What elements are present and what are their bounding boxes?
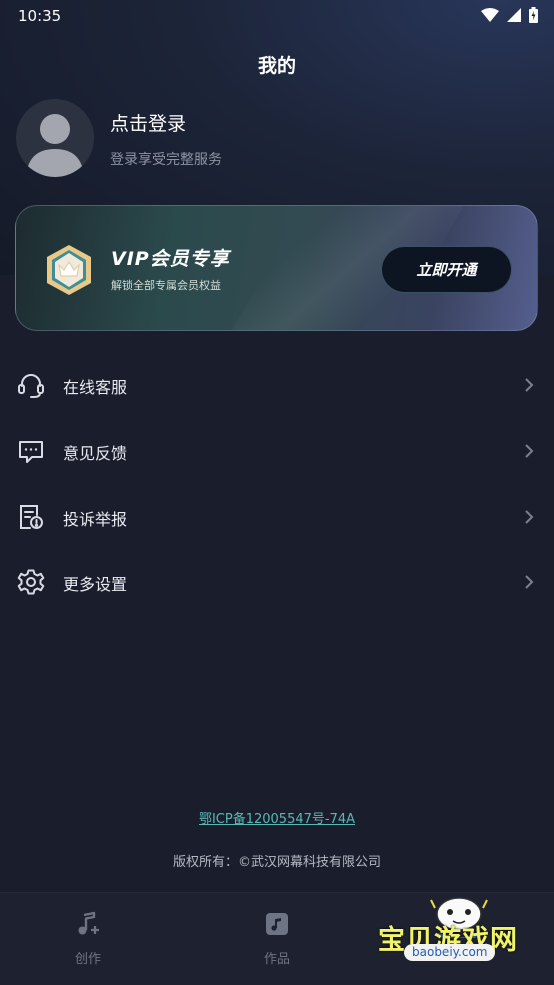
music-square-icon	[266, 913, 288, 935]
wifi-icon	[481, 8, 499, 22]
chevron-right-icon	[525, 575, 534, 589]
status-icons	[481, 7, 538, 23]
chevron-right-icon	[525, 444, 534, 458]
icp-link[interactable]: 鄂ICP备12005547号-74A	[0, 808, 554, 827]
report-document-icon	[20, 505, 43, 529]
crown-badge-icon	[47, 245, 91, 295]
gear-icon	[17, 569, 45, 595]
tab-label: 创作	[74, 952, 101, 967]
page-title: 我的	[257, 55, 296, 77]
vip-title: VIP会员专享	[111, 248, 230, 270]
login-subtitle: 登录享受完整服务	[110, 152, 222, 168]
user-silhouette-icon	[26, 114, 84, 177]
menu-item-feedback[interactable]: 意见反馈	[0, 421, 554, 481]
vip-subtitle: 解锁全部专属会员权益	[111, 279, 221, 292]
headset-icon	[18, 374, 44, 398]
menu-label: 投诉举报	[63, 510, 128, 529]
chat-feedback-icon	[19, 441, 43, 463]
copyright-text: 版权所有：©武汉网幕科技有限公司	[172, 855, 381, 870]
menu-item-customer-service[interactable]: 在线客服	[0, 355, 554, 415]
chevron-right-icon	[525, 378, 534, 392]
watermark: 宝贝游戏网 baobeiy.com	[372, 890, 552, 984]
menu-label: 意见反馈	[63, 444, 128, 463]
menu-label: 更多设置	[63, 575, 128, 594]
watermark-url: baobeiy.com	[404, 944, 496, 961]
signal-icon	[507, 8, 521, 22]
tab-label: 作品	[263, 952, 290, 967]
vip-card[interactable]: VIP会员专享 解锁全部专属会员权益 立即开通	[15, 205, 538, 331]
vip-subscribe-button[interactable]: 立即开通	[381, 246, 512, 293]
chevron-right-icon	[525, 510, 534, 524]
menu-item-settings[interactable]: 更多设置	[0, 552, 554, 612]
tab-create[interactable]: 创作	[28, 893, 148, 985]
battery-icon	[529, 7, 538, 23]
status-time: 10:35	[18, 7, 62, 25]
music-note-icon	[78, 911, 99, 935]
tab-works[interactable]: 作品	[217, 893, 337, 985]
menu-item-report[interactable]: 投诉举报	[0, 487, 554, 547]
avatar[interactable]	[16, 99, 94, 177]
login-title[interactable]: 点击登录	[110, 109, 186, 136]
menu-label: 在线客服	[63, 378, 128, 397]
status-bar: 10:35	[0, 0, 554, 34]
